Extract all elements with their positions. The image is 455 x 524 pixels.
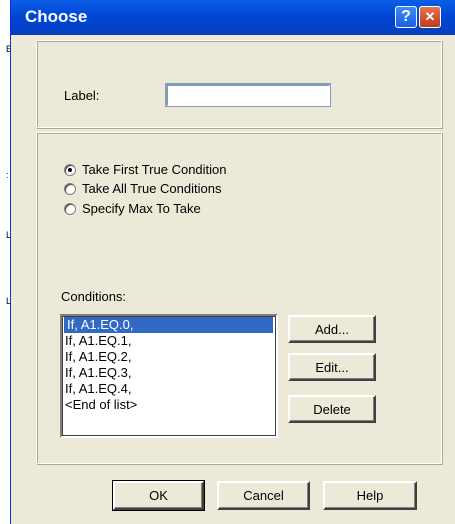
question-icon: ? <box>401 8 411 25</box>
delete-button[interactable]: Delete <box>288 395 376 423</box>
conditions-listbox[interactable]: If, A1.EQ.0, If, A1.EQ.1, If, A1.EQ.2, I… <box>60 314 278 438</box>
radio-button[interactable] <box>64 182 76 195</box>
list-item[interactable]: If, A1.EQ.1, <box>62 333 276 349</box>
window-title: Choose <box>25 7 88 26</box>
radio-specify-max[interactable]: Specify Max To Take <box>64 201 201 216</box>
ok-button[interactable]: OK <box>112 480 205 511</box>
close-icon: ✕ <box>424 9 436 24</box>
radio-label: Take All True Conditions <box>82 181 222 196</box>
conditions-label: Conditions: <box>61 289 127 304</box>
title-bar[interactable]: Choose ? ✕ <box>11 0 455 35</box>
add-button[interactable]: Add... <box>288 315 376 343</box>
label-input[interactable] <box>165 83 331 107</box>
list-item[interactable]: If, A1.EQ.0, <box>64 317 273 333</box>
list-item[interactable]: If, A1.EQ.2, <box>62 349 276 365</box>
edge-mark: : <box>6 170 9 180</box>
radio-label: Specify Max To Take <box>82 201 201 216</box>
choose-dialog: Choose ? ✕ Label: Take First True Condit… <box>10 0 455 524</box>
label-caption: Label: <box>64 88 100 103</box>
cancel-button[interactable]: Cancel <box>217 481 310 510</box>
list-item[interactable]: If, A1.EQ.4, <box>62 381 276 397</box>
radio-button-checked[interactable] <box>64 163 76 176</box>
help-title-button[interactable]: ? <box>395 6 417 28</box>
background-edge: E : L L <box>0 0 12 524</box>
close-button[interactable]: ✕ <box>419 6 441 28</box>
radio-label: Take First True Condition <box>82 162 227 177</box>
list-item[interactable]: <End of list> <box>62 397 276 413</box>
radio-take-first[interactable]: Take First True Condition <box>64 162 227 177</box>
list-item[interactable]: If, A1.EQ.3, <box>62 365 276 381</box>
edit-button[interactable]: Edit... <box>288 353 376 381</box>
help-button[interactable]: Help <box>323 481 417 510</box>
radio-take-all[interactable]: Take All True Conditions <box>64 181 221 196</box>
radio-button[interactable] <box>64 202 76 215</box>
